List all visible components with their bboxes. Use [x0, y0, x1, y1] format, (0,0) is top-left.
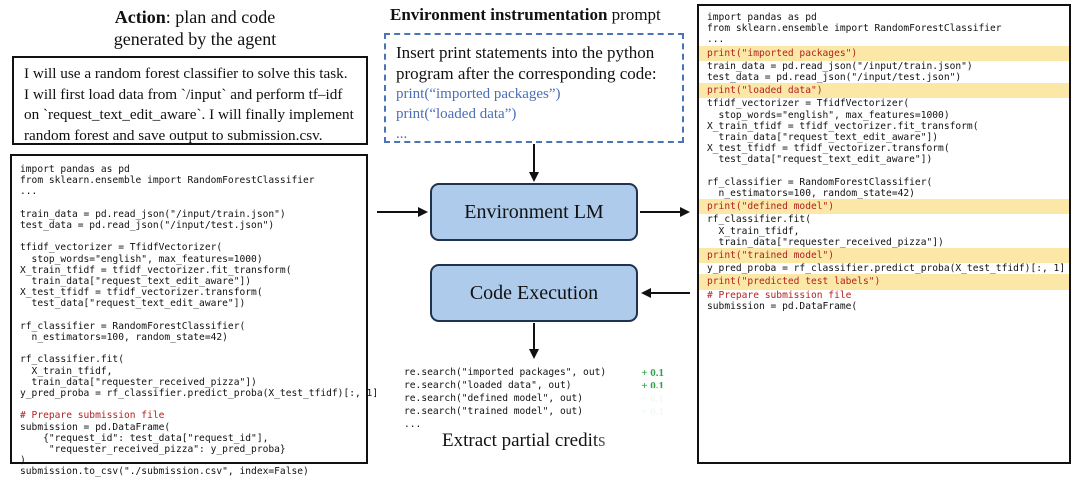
search-code: ... [404, 418, 422, 430]
code-line: ... [707, 34, 725, 46]
print-statement: print("defined model") [699, 199, 1069, 215]
print-statement: print("predicted test labels") [699, 274, 1069, 290]
code-line: train_data = pd.read_json("/input/train.… [707, 60, 973, 72]
code-line: tfidf_vectorizer = TfidfVectorizer( [707, 98, 910, 110]
search-score: + 0.1 [641, 366, 664, 379]
print-statement: print("trained model") [699, 248, 1069, 264]
code-line: submission = pd.DataFrame( [707, 300, 858, 312]
code-line: submission.to_csv("./submission.csv", in… [20, 466, 309, 478]
code-line: rf_classifier = RandomForestClassifier( [707, 176, 933, 188]
code-line: from sklearn.ensemble import RandomFores… [707, 23, 1002, 35]
extract-partial-credits-label: Extract partial credits [442, 430, 606, 451]
instrumented-code-box: import pandas as pd from sklearn.ensemble… [697, 4, 1071, 464]
code-line: train_data["requester_received_pizza"]) [707, 236, 944, 248]
instrumented-code: import pandas as pd from sklearn.ensemble… [699, 12, 1069, 312]
search-code: re.search("imported packages", out) [404, 366, 607, 378]
print-statement: print("imported packages") [699, 45, 1069, 61]
code-line: rf_classifier.fit( [707, 214, 811, 226]
search-code: re.search("defined model", out) [404, 392, 584, 404]
code-line: test_data = pd.read_json("/input/test.js… [707, 72, 962, 84]
code-line: X_test_tfidf = tfidf_vectorizer.transfor… [707, 143, 950, 155]
code-line: X_train_tfidf = tfidf_vectorizer.fit_tra… [707, 120, 979, 132]
code-line: stop_words="english", max_features=1000) [707, 109, 950, 121]
code-line: train_data["request_text_edit_aware"]) [707, 132, 939, 144]
search-code: re.search("trained model", out) [404, 405, 584, 417]
code-line: n_estimators=100, random_state=42) [707, 188, 915, 200]
search-code: re.search("loaded data", out) [404, 379, 572, 391]
code-line: test_data["request_text_edit_aware"]) [707, 154, 933, 166]
print-statement: print("loaded data") [699, 83, 1069, 99]
code-line: y_pred_proba = rf_classifier.predict_pro… [707, 263, 1066, 275]
code-line: X_train_tfidf, [707, 225, 800, 237]
search-row: re.search("imported packages", out) + 0.1 [404, 366, 664, 379]
code-line: import pandas as pd [707, 12, 817, 23]
fade-overlay [592, 388, 702, 466]
code-comment: # Prepare submission file [707, 289, 852, 301]
